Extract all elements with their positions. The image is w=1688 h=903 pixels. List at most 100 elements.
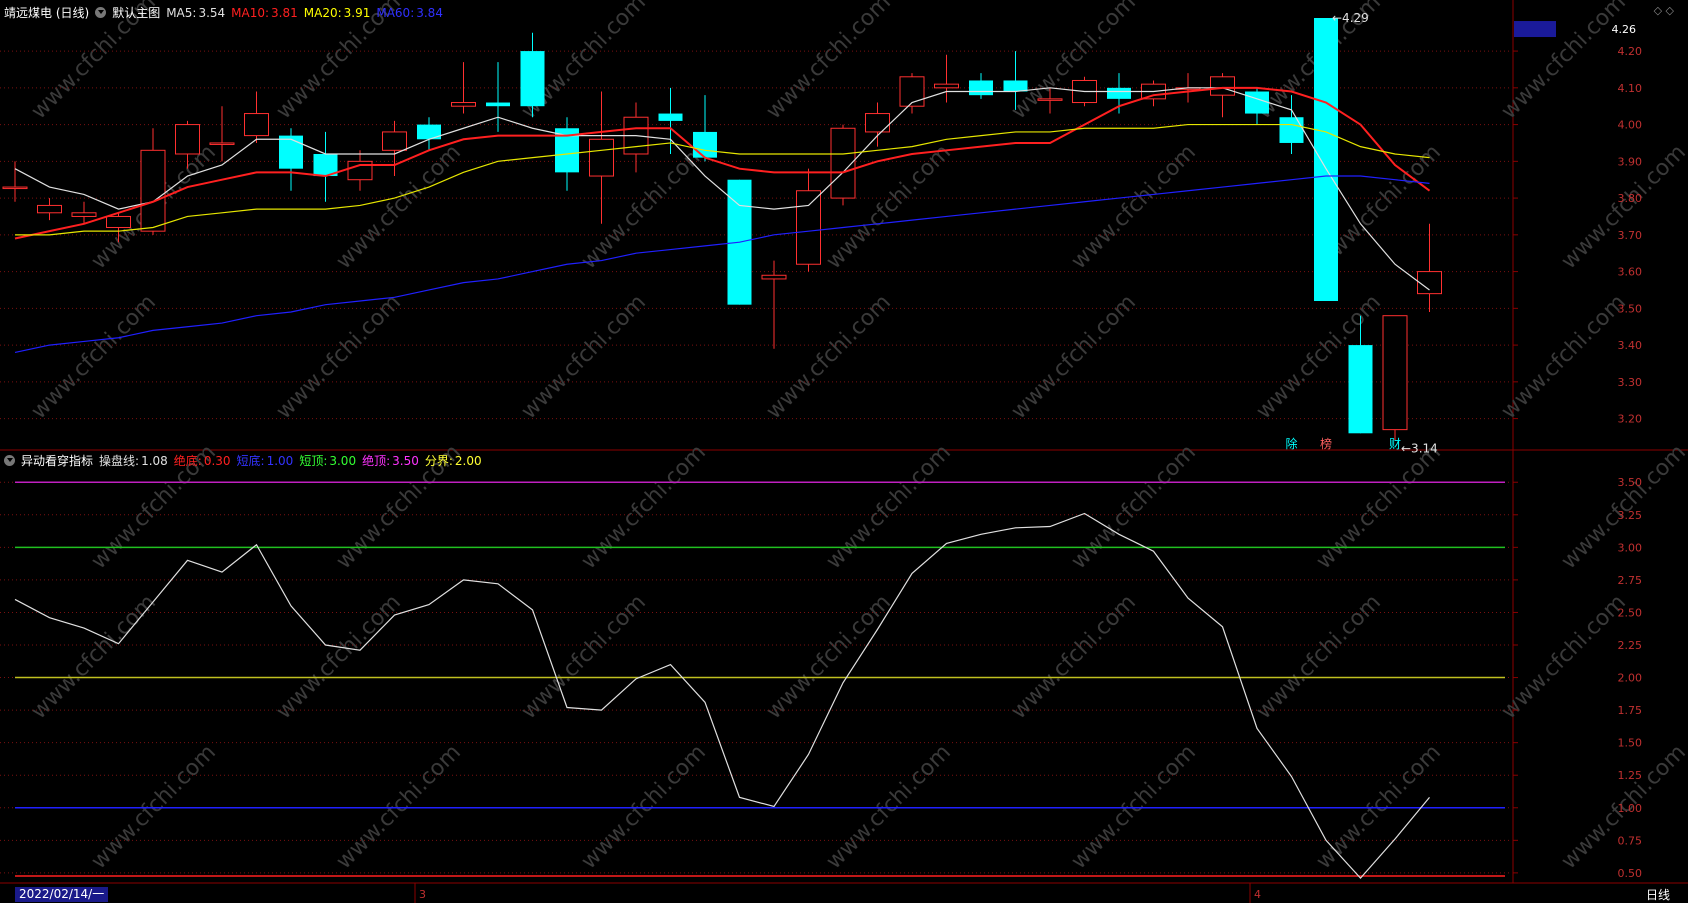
ma5-value: 3.54: [198, 5, 226, 20]
candles-layer: [2, 18, 1442, 441]
indicator-dropdown-icon[interactable]: [4, 455, 15, 466]
ind-short-bottom-label: 短底:: [236, 454, 265, 468]
candle-body: [934, 83, 959, 89]
ind-short-top-value: 3.00: [329, 453, 357, 468]
ind-divider-value: 2.00: [454, 453, 482, 468]
indicator-tick-label: 2.75: [1618, 574, 1643, 587]
ma10-label: MA10:: [231, 5, 270, 20]
price-tick-label: 3.50: [1618, 302, 1643, 315]
indicator-tick-label: 2.00: [1618, 672, 1643, 685]
candle-body: [37, 204, 62, 214]
watermark-text: www.cfchi.com: [272, 590, 406, 724]
current-price-label: 4.26: [1612, 23, 1637, 36]
candle-body: [451, 102, 476, 107]
window-controls[interactable]: ◇ ◇: [1654, 4, 1674, 17]
candle-body: [2, 186, 28, 190]
ma60-label: MA60:: [376, 5, 415, 20]
candle-body: [1210, 76, 1235, 96]
watermark-text: www.cfchi.com: [822, 440, 956, 574]
candle-body: [1417, 271, 1442, 295]
candle-body: [1348, 345, 1373, 434]
price-tick-label: 3.30: [1618, 376, 1643, 389]
price-tick-label: 4.10: [1618, 82, 1643, 95]
watermark-text: www.cfchi.com: [517, 590, 651, 724]
candle-body: [1037, 98, 1063, 101]
price-tick-label: 4.20: [1618, 45, 1643, 58]
price-tick-label: 3.40: [1618, 339, 1643, 352]
candle-body: [589, 138, 614, 177]
candle-body: [1107, 87, 1131, 99]
candle-body: [382, 131, 407, 151]
ma-line-ma10: [14, 86, 1431, 240]
watermark-text: www.cfchi.com: [1497, 590, 1631, 724]
ind-line-label: 操盘线:: [99, 454, 140, 468]
watermark-text: www.cfchi.com: [1067, 140, 1201, 274]
watermark-text: www.cfchi.com: [577, 440, 711, 574]
price-tick-label: 3.60: [1618, 266, 1643, 279]
ma60-value: 3.84: [416, 5, 443, 20]
event-marker: 财: [1389, 437, 1401, 451]
watermark-text: www.cfchi.com: [27, 290, 161, 424]
price-tick-label: 3.90: [1618, 155, 1643, 168]
indicator-tick-label: 1.00: [1618, 802, 1643, 815]
price-tick-label: 4.00: [1618, 119, 1643, 132]
indicator-tick-label: 1.50: [1618, 737, 1643, 750]
candle-body: [693, 131, 717, 158]
candle-body: [899, 76, 925, 107]
candle-body: [106, 215, 131, 228]
indicator-tick-label: 2.50: [1618, 606, 1643, 619]
candle-body: [1003, 80, 1028, 92]
watermark-text: www.cfchi.com: [27, 590, 161, 724]
ind-short-bottom-value: 1.00: [266, 453, 294, 468]
price-tick-label: 3.20: [1618, 413, 1643, 426]
watermark-text: www.cfchi.com: [1497, 0, 1631, 124]
ind-short-top-label: 短顶:: [299, 454, 328, 468]
dropdown-icon[interactable]: [95, 7, 107, 18]
watermark-text: www.cfchi.com: [272, 290, 406, 424]
indicator-header: 异动看穿指标 操盘线: 1.08 绝底: 0.30 短底: 1.00 短顶: 3.00 …: [4, 452, 482, 469]
indicator-tick-label: 2.25: [1618, 639, 1643, 652]
watermark-text: www.cfchi.com: [1007, 290, 1141, 424]
indicator-tick-label: 0.50: [1618, 867, 1643, 880]
watermark-text: www.cfchi.com: [762, 290, 896, 424]
ind-abs-bottom-label: 绝底:: [173, 454, 202, 468]
ma5-label: MA5:: [166, 5, 197, 20]
current-price-tag: [1514, 21, 1556, 38]
ind-abs-top-label: 绝顶:: [362, 454, 391, 468]
ma-line-ma60: [14, 175, 1430, 354]
indicator-name[interactable]: 异动看穿指标: [21, 452, 93, 469]
ma10-value: 3.81: [271, 5, 298, 20]
ma-lines-layer: [14, 86, 1431, 354]
candle-body: [175, 124, 200, 155]
panel-name[interactable]: 默认主图: [112, 4, 160, 21]
main-header: 靖远煤电 (日线) 默认主图 MA5: 3.54 MA10: 3.81 MA20: 3…: [4, 4, 443, 21]
watermark-text: www.cfchi.com: [1067, 440, 1201, 574]
month-label: 3: [419, 888, 426, 901]
watermark-text: www.cfchi.com: [762, 0, 896, 124]
period-button[interactable]: 日线: [1646, 886, 1670, 903]
candle-body: [71, 212, 97, 217]
ma20-value: 3.91: [343, 5, 371, 20]
watermark-text: www.cfchi.com: [762, 590, 896, 724]
watermark-text: www.cfchi.com: [1497, 290, 1631, 424]
candle-body: [761, 274, 787, 280]
event-marker: 榜: [1320, 436, 1332, 451]
month-label: 4: [1254, 888, 1261, 901]
candle-body: [865, 113, 890, 133]
indicator-tick-label: 0.75: [1618, 834, 1643, 847]
ma20-label: MA20:: [303, 5, 342, 20]
watermark-text: www.cfchi.com: [1007, 590, 1141, 724]
candle-body: [520, 51, 545, 107]
candle-body: [1279, 117, 1304, 143]
indicator-tick-label: 3.00: [1618, 541, 1643, 554]
candle-body: [658, 113, 683, 121]
event-marker: 除: [1286, 436, 1298, 451]
stock-name[interactable]: 靖远煤电 (日线): [4, 4, 89, 21]
price-tick-label: 3.80: [1618, 192, 1643, 205]
price-annotation: ←4.29: [1332, 11, 1369, 25]
cursor-date: 2022/02/14/一: [15, 887, 109, 902]
price-annotation: ←3.14: [1401, 442, 1438, 456]
indicator-tick-label: 3.25: [1618, 509, 1643, 522]
candle-body: [486, 102, 510, 107]
candle-body: [140, 149, 166, 232]
